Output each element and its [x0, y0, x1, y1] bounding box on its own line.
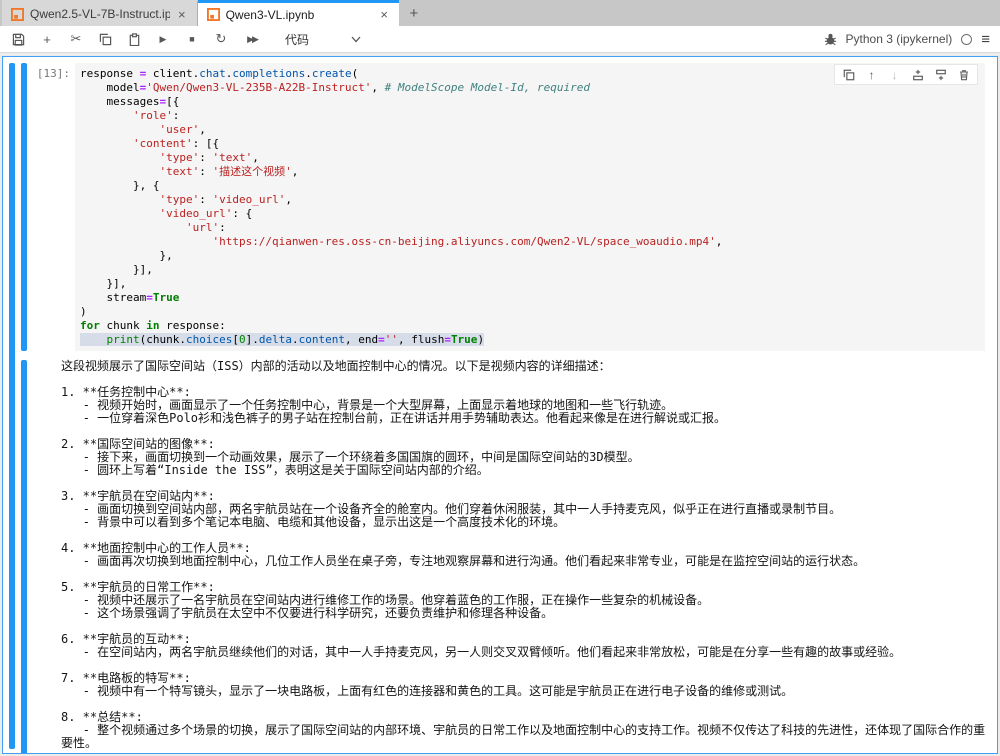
restart-kernel-icon[interactable]: ↻ — [213, 30, 229, 48]
cut-icon[interactable]: ✂ — [68, 30, 84, 48]
close-icon[interactable]: × — [378, 7, 390, 22]
kernel-area: Python 3 (ipykernel) ≡ — [824, 31, 990, 48]
insert-cell-above-icon[interactable] — [911, 68, 924, 81]
notebook-toolbar: + ✂ ▶ ■ ↻ ▶▶ 代码 Python 3 ( — [0, 26, 1000, 53]
tab-label: Qwen3-VL.ipynb — [226, 8, 315, 22]
code-cell: [13]: ↑ ↓ — [3, 63, 997, 753]
insert-cell-below-icon[interactable] — [934, 68, 947, 81]
code-content: response = client.chat.completions.creat… — [80, 67, 980, 347]
tab-bar: Qwen2.5-VL-7B-Instruct.ip × Qwen3-VL.ipy… — [0, 0, 1000, 26]
paste-icon[interactable] — [126, 30, 142, 48]
menu-icon[interactable]: ≡ — [981, 31, 990, 48]
output-prompt-gutter — [27, 360, 61, 754]
close-icon[interactable]: × — [176, 7, 188, 22]
notebook-panel: [13]: ↑ ↓ — [2, 56, 998, 754]
copy-icon[interactable] — [97, 30, 113, 48]
execution-count: [13]: — [27, 63, 75, 351]
cell-type-dropdown[interactable]: 代码 — [285, 31, 361, 48]
notebook-file-icon — [207, 8, 220, 21]
cell-input-row: [13]: ↑ ↓ — [15, 63, 997, 351]
add-cell-icon[interactable]: + — [39, 30, 55, 48]
duplicate-cell-icon[interactable] — [842, 68, 855, 81]
stop-kernel-icon[interactable]: ■ — [184, 30, 200, 48]
kernel-name[interactable]: Python 3 (ipykernel) — [846, 32, 953, 46]
run-cell-icon[interactable]: ▶ — [155, 30, 171, 48]
debugger-icon[interactable] — [824, 33, 837, 46]
new-tab-button[interactable]: + — [399, 0, 429, 26]
chevron-down-icon — [351, 36, 361, 43]
code-editor[interactable]: ↑ ↓ — [75, 63, 985, 351]
run-all-icon[interactable]: ▶▶ — [242, 30, 262, 48]
tab-qwen3-vl-notebook[interactable]: Qwen3-VL.ipynb × — [198, 0, 399, 26]
stream-output-text: 这段视频展示了国际空间站（ISS）内部的活动以及地面控制中心的情况。以下是视频内… — [61, 360, 997, 754]
cell-type-value: 代码 — [285, 31, 309, 48]
cell-toolbar: ↑ ↓ — [834, 64, 978, 85]
tab-qwen2-5-vl-notebook[interactable]: Qwen2.5-VL-7B-Instruct.ip × — [2, 0, 198, 26]
save-icon[interactable] — [10, 30, 26, 48]
cell-output-row: 这段视频展示了国际空间站（ISS）内部的活动以及地面控制中心的情况。以下是视频内… — [15, 360, 997, 754]
move-down-icon[interactable]: ↓ — [888, 68, 901, 81]
move-up-icon[interactable]: ↑ — [865, 68, 878, 81]
notebook-file-icon — [11, 8, 24, 21]
kernel-status-icon — [961, 34, 972, 45]
tab-label: Qwen2.5-VL-7B-Instruct.ip — [30, 7, 170, 21]
delete-cell-icon[interactable] — [957, 68, 970, 81]
